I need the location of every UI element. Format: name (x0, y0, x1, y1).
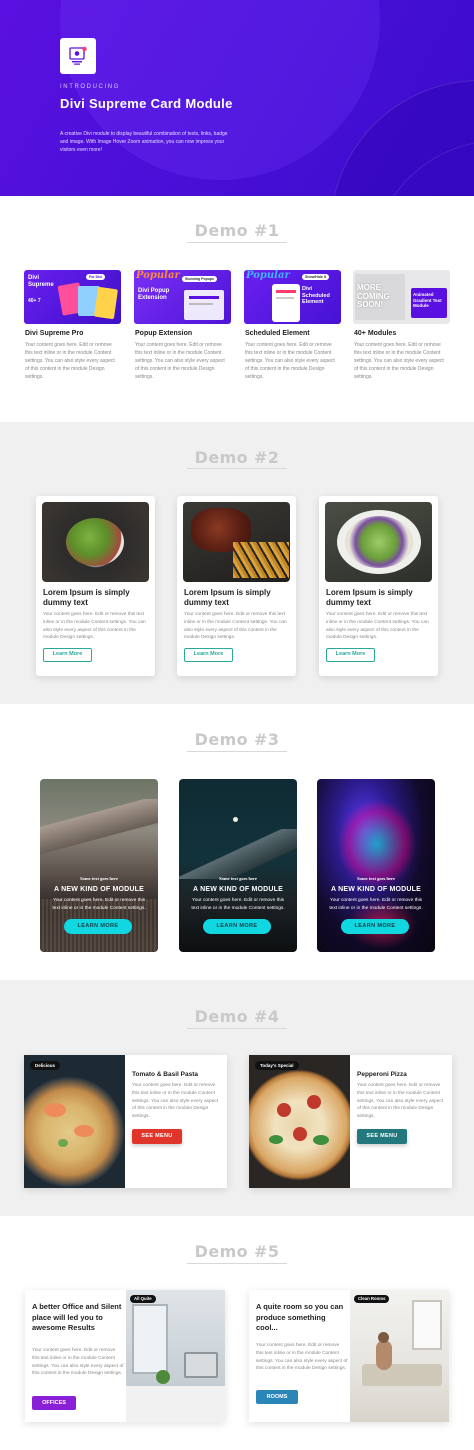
hero-section: INTRODUCING Divi Supreme Card Module A c… (0, 0, 474, 196)
menu-card[interactable]: Delicious Tomato & Basil Pasta Your cont… (24, 1055, 227, 1188)
card-title: Lorem Ipsum is simply dummy text (184, 588, 271, 607)
see-menu-button[interactable]: SEE MENU (357, 1129, 407, 1144)
office-image: All Quite (126, 1290, 225, 1422)
hero-description: A creative Divi module to display beauti… (60, 131, 228, 153)
divider (187, 1028, 287, 1029)
card-text: Your content goes here. Edit or remove t… (52, 898, 146, 911)
card-text: Your content goes here. Edit or remove t… (326, 612, 429, 641)
pizza-image: Today's Special (249, 1055, 350, 1188)
steak-image (183, 502, 290, 582)
card-title: Lorem Ipsum is simply dummy text (43, 588, 130, 607)
divider (187, 1263, 287, 1264)
card-title: A NEW KIND OF MODULE (192, 886, 284, 893)
card-title: Divi Supreme Pro (25, 330, 84, 337)
offices-button[interactable]: OFFICES (32, 1396, 76, 1410)
overlay-card[interactable]: Some text goes here A NEW KIND OF MODULE… (317, 779, 435, 952)
product-card[interactable]: Divi Supreme 40+ 7 For Divi Divi Supreme… (24, 270, 121, 380)
card-text: Your content goes here. Edit or remove t… (329, 898, 423, 911)
space-card[interactable]: A better Office and Silent place will le… (25, 1290, 225, 1422)
card-title: A NEW KIND OF MODULE (53, 886, 145, 893)
product-thumbnail: Popular Divi Scheduled Element Show/Hide… (244, 270, 341, 324)
product-card[interactable]: Popular Divi Popup Extension Stunning Po… (134, 270, 231, 380)
card-subtitle: Some text goes here (357, 876, 395, 881)
card-text: Your content goes here. Edit or remove t… (354, 342, 444, 380)
salad-image (42, 502, 149, 582)
product-thumbnail: Divi Supreme 40+ 7 For Divi (24, 270, 121, 324)
module-icon (60, 38, 96, 74)
card-badge: Clean Rooms (354, 1295, 390, 1303)
learn-more-button[interactable]: Learn More (326, 648, 375, 662)
overlay-card[interactable]: Some text goes here A NEW KIND OF MODULE… (179, 779, 297, 952)
divider (187, 751, 287, 752)
product-card[interactable]: MORE COMING SOON! Animated Gradient Text… (353, 270, 450, 380)
learn-more-button[interactable]: LEARN MORE (64, 919, 132, 934)
card-text: Your content goes here. Edit or remove t… (256, 1343, 348, 1372)
card-text: Your content goes here. Edit or remove t… (132, 1083, 219, 1120)
section-title: Demo #3 (194, 730, 280, 749)
room-image: Clean Rooms (350, 1290, 449, 1422)
card-text: Your content goes here. Edit or remove t… (25, 342, 115, 380)
card-text: Your content goes here. Edit or remove t… (357, 1083, 444, 1120)
learn-more-button[interactable]: Learn More (184, 648, 233, 662)
section-title: Demo #5 (194, 1242, 280, 1261)
hero-intro-label: INTRODUCING (60, 84, 120, 90)
pasta-image: Delicious (24, 1055, 125, 1188)
product-thumbnail: Popular Divi Popup Extension Stunning Po… (134, 270, 231, 324)
space-card[interactable]: A quite room so you can produce somethin… (249, 1290, 449, 1422)
section-title: Demo #2 (194, 448, 280, 467)
recipe-card[interactable]: Lorem Ipsum is simply dummy text Your co… (36, 496, 155, 676)
card-title: Popup Extension (135, 330, 193, 337)
product-thumbnail: MORE COMING SOON! Animated Gradient Text… (353, 270, 450, 324)
card-text: Your content goes here. Edit or remove t… (191, 898, 285, 911)
card-text: Your content goes here. Edit or remove t… (32, 1348, 124, 1377)
card-text: Your content goes here. Edit or remove t… (245, 342, 335, 380)
card-title: A NEW KIND OF MODULE (330, 886, 422, 893)
card-badge: All Quite (130, 1295, 156, 1303)
learn-more-button[interactable]: LEARN MORE (341, 919, 409, 934)
menu-card[interactable]: Today's Special Pepperoni Pizza Your con… (249, 1055, 452, 1188)
page-title: Divi Supreme Card Module (60, 96, 233, 111)
card-title: Lorem Ipsum is simply dummy text (326, 588, 413, 607)
card-title: 40+ Modules (354, 330, 397, 337)
card-title: Tomato & Basil Pasta (132, 1071, 198, 1078)
card-badge: Today's Special (255, 1061, 299, 1070)
card-subtitle: Some text goes here (80, 876, 118, 881)
recipe-card[interactable]: Lorem Ipsum is simply dummy text Your co… (319, 496, 438, 676)
divider (187, 468, 287, 469)
see-menu-button[interactable]: SEE MENU (132, 1129, 182, 1144)
rooms-button[interactable]: ROOMS (256, 1390, 298, 1404)
overlay-card[interactable]: Some text goes here A NEW KIND OF MODULE… (40, 779, 158, 952)
product-card[interactable]: Popular Divi Scheduled Element Show/Hide… (244, 270, 341, 380)
card-title: A better Office and Silent place will le… (32, 1302, 122, 1332)
card-title: Scheduled Element (245, 330, 310, 337)
learn-more-button[interactable]: Learn More (43, 648, 92, 662)
card-title: Pepperoni Pizza (357, 1071, 407, 1078)
card-subtitle: Some text goes here (219, 876, 257, 881)
recipe-card[interactable]: Lorem Ipsum is simply dummy text Your co… (177, 496, 296, 676)
card-title: A quite room so you can produce somethin… (256, 1302, 344, 1332)
divider (187, 242, 287, 243)
card-text: Your content goes here. Edit or remove t… (184, 612, 287, 641)
card-text: Your content goes here. Edit or remove t… (135, 342, 225, 380)
section-title: Demo #1 (194, 221, 280, 240)
section-title: Demo #4 (194, 1007, 280, 1026)
card-badge: Delicious (30, 1061, 61, 1070)
salad-bowl-image (325, 502, 432, 582)
learn-more-button[interactable]: LEARN MORE (203, 919, 271, 934)
card-text: Your content goes here. Edit or remove t… (43, 612, 146, 641)
